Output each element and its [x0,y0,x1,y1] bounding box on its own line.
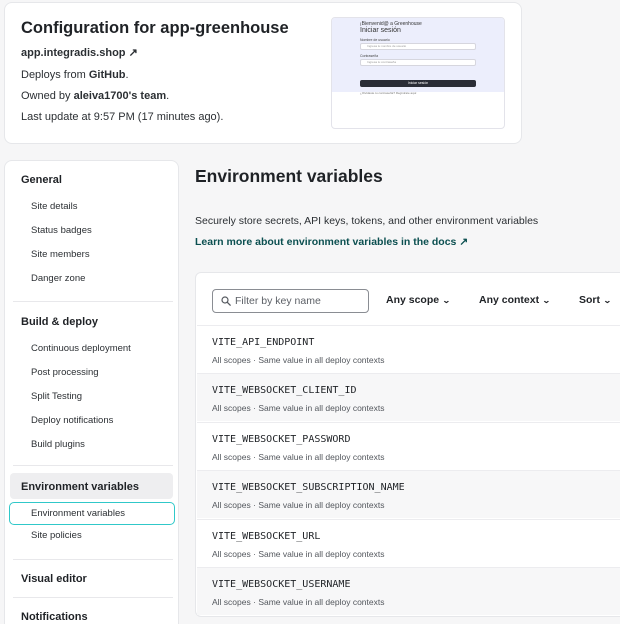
chevron-down-icon: ⌄ [602,296,612,305]
preview-field1-label: Nombre de usuario [360,38,390,42]
sort-dropdown[interactable]: Sort ⌄ [579,294,612,306]
scope-dropdown[interactable]: Any scope ⌄ [386,294,451,306]
sidebar-divider [13,301,173,302]
env-var-row[interactable]: VITE_WEBSOCKET_PASSWORD All scopes · Sam… [197,422,620,470]
search-icon [221,296,231,306]
env-description: Securely store secrets, API keys, tokens… [195,215,539,227]
env-var-name: VITE_WEBSOCKET_CLIENT_ID [212,385,357,396]
preview-button: Iniciar sesión [360,80,476,87]
env-var-meta: All scopes · Same value in all deploy co… [212,500,385,510]
sidebar-section-build-deploy[interactable]: Build & deploy [21,316,98,328]
env-var-meta: All scopes · Same value in all deploy co… [212,597,385,607]
env-variables-panel: Any scope⌄ Any context⌄ Sort⌄ VITE_API_E… [195,272,620,617]
sidebar-item-deploy-notifications[interactable]: Deploy notifications [31,415,113,426]
sidebar-divider [13,597,173,598]
sidebar-item-post-processing[interactable]: Post processing [31,367,99,378]
preview-field2: Ingresa tu contraseña [360,59,476,66]
deploy-source: GitHub [88,69,126,81]
env-var-row[interactable]: VITE_API_ENDPOINT All scopes · Same valu… [197,325,620,373]
sidebar-item-site-members[interactable]: Site members [31,249,90,260]
page-title: Environment variables [195,166,383,186]
env-var-name: VITE_WEBSOCKET_PASSWORD [212,434,351,445]
preview-field2-label: Contraseña [360,54,379,58]
site-config-card: Configuration for app-greenhouse app.int… [4,2,522,144]
env-var-name: VITE_WEBSOCKET_URL [212,531,321,542]
owned-by-text: Owned by aleiva1700's team. [21,90,170,102]
env-var-meta: All scopes · Same value in all deploy co… [212,549,385,559]
config-title: Configuration for app-greenhouse [21,19,289,37]
sidebar-divider [13,559,173,560]
preview-footer: ¿Olvidaste tu contraseña? Regístrate aqu… [360,91,417,95]
sidebar-item-danger-zone[interactable]: Danger zone [31,273,85,284]
learn-more-link[interactable]: Learn more about environment variables i… [195,236,468,248]
sidebar-section-general[interactable]: General [21,174,62,186]
sidebar-item-site-details[interactable]: Site details [31,201,77,212]
context-dropdown[interactable]: Any context ⌄ [479,294,551,306]
sidebar-section-environment-variables[interactable]: Environment variables [21,481,139,493]
preview-heading: Iniciar sesión [360,27,401,34]
settings-sidebar: General Site details Status badges Site … [4,160,179,624]
env-var-row[interactable]: VITE_WEBSOCKET_SUBSCRIPTION_NAME All sco… [197,470,620,518]
filter-box[interactable] [212,289,369,313]
site-preview-thumbnail[interactable]: ¡Bienvenid@ a Greenhouse Iniciar sesión … [331,17,505,129]
chevron-down-icon: ⌄ [442,296,451,305]
sidebar-item-continuous-deployment[interactable]: Continuous deployment [31,343,131,354]
site-url-link[interactable]: app.integradis.shop ↗ [21,46,138,59]
env-var-name: VITE_WEBSOCKET_SUBSCRIPTION_NAME [212,482,405,493]
env-var-row[interactable]: VITE_WEBSOCKET_CLIENT_ID All scopes · Sa… [197,373,620,421]
env-var-row[interactable]: VITE_WEBSOCKET_USERNAME All scopes · Sam… [197,567,620,615]
filter-input[interactable] [235,293,365,309]
env-var-name: VITE_API_ENDPOINT [212,337,315,348]
deploys-from-text: Deploys from GitHub. [21,69,129,81]
env-var-row[interactable]: VITE_WEBSOCKET_URL All scopes · Same val… [197,519,620,567]
sidebar-item-status-badges[interactable]: Status badges [31,225,92,236]
chevron-down-icon: ⌄ [542,296,551,305]
sidebar-item-environment-variables[interactable]: Environment variables [31,508,125,519]
sidebar-section-notifications[interactable]: Notifications [21,611,88,623]
preview-field1: Ingresa tu nombre de usuario [360,43,476,50]
env-var-name: VITE_WEBSOCKET_USERNAME [212,579,351,590]
last-update-text: Last update at 9:57 PM (17 minutes ago). [21,111,224,123]
env-var-meta: All scopes · Same value in all deploy co… [212,403,385,413]
sidebar-divider [13,465,173,466]
sidebar-item-split-testing[interactable]: Split Testing [31,391,82,402]
env-var-meta: All scopes · Same value in all deploy co… [212,355,385,365]
sidebar-section-visual-editor[interactable]: Visual editor [21,573,87,585]
sidebar-item-site-policies[interactable]: Site policies [31,530,82,541]
sidebar-item-build-plugins[interactable]: Build plugins [31,439,85,450]
owner-team: aleiva1700's team [73,90,167,102]
env-var-meta: All scopes · Same value in all deploy co… [212,452,385,462]
